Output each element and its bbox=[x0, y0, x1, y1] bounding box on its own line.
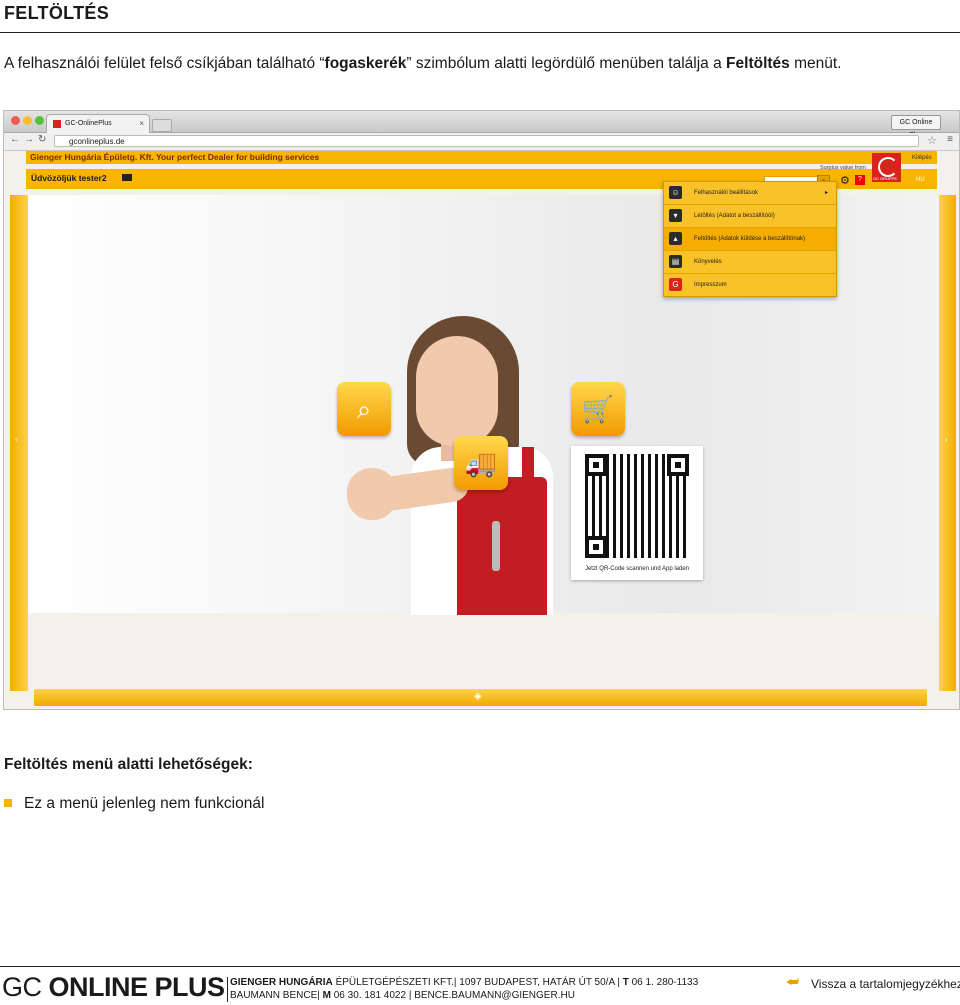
submenu-arrow-icon: ▸ bbox=[824, 190, 828, 196]
footer-brand: GC ONLINE PLUS bbox=[2, 972, 225, 1003]
wrench-icon bbox=[492, 521, 500, 571]
intro-bold-upload: Feltöltés bbox=[726, 55, 790, 72]
intro-part2: ” szimbólum alatti legördülő menüben tal… bbox=[406, 55, 727, 72]
brand-light: GC bbox=[2, 972, 49, 1002]
upload-icon: ▴ bbox=[669, 232, 682, 245]
qr-finder bbox=[585, 536, 607, 558]
footer-mobile-label: M bbox=[322, 990, 331, 1001]
minimize-window-icon[interactable] bbox=[23, 116, 32, 125]
bullet-icon bbox=[4, 799, 12, 807]
banner-text: Gienger Hungária Épületg. Kft. Your perf… bbox=[30, 152, 320, 162]
mail-icon[interactable] bbox=[122, 174, 132, 181]
footer-divider bbox=[227, 977, 228, 1002]
intro-text: A felhasználói felület felső csíkjában t… bbox=[4, 55, 841, 73]
woman-face bbox=[416, 336, 498, 446]
gear-dropdown-menu: ☺ Felhasználói beállítások ▸ ▾ Letöltés … bbox=[663, 181, 837, 297]
browser-menu-icon[interactable]: ≡ bbox=[947, 134, 953, 145]
intro-part1: A felhasználói felület felső csíkjában t… bbox=[4, 55, 325, 72]
menu-item-label: Letöltés (Adatot a beszállítóól) bbox=[694, 213, 775, 219]
bookmark-star-icon[interactable]: ☆ bbox=[927, 134, 937, 147]
section-heading: Feltöltés menü alatti lehetőségek: bbox=[4, 756, 253, 773]
menu-item-label: Könyvelés bbox=[694, 259, 722, 265]
title-rule bbox=[0, 32, 960, 33]
footer-phone: 06 1. 280-1133 bbox=[628, 977, 699, 988]
menu-item-label: Feltöltés (Adatok küldése a beszállítóna… bbox=[694, 236, 806, 242]
woman-apron bbox=[457, 477, 547, 615]
footer-address: GIENGER HUNGÁRIA ÉPÜLETGÉPÉSZETI KFT.| 1… bbox=[230, 977, 698, 988]
welcome-text: Üdvözöljük tester2 bbox=[31, 173, 107, 183]
footer-contact-details: 06 30. 181 4022 | BENCE.BAUMANN@GIENGER.… bbox=[330, 990, 575, 1001]
user-settings-icon: ☺ bbox=[669, 186, 682, 199]
menu-item-upload[interactable]: ▴ Feltöltés (Adatok küldése a beszállító… bbox=[664, 228, 836, 251]
profile-button[interactable]: GC Online Plus bbox=[891, 115, 941, 139]
url-field[interactable]: gconlineplus.de bbox=[54, 135, 919, 147]
menu-item-label: Felhasználói beállítások bbox=[694, 190, 759, 196]
back-arrow-icon: ⮨ bbox=[786, 973, 800, 989]
tab-close-icon[interactable]: × bbox=[139, 115, 144, 133]
footer-contact: BAUMANN BENCE| M 06 30. 181 4022 | BENCE… bbox=[230, 990, 575, 1001]
bullet-text: Ez a menü jelenleg nem funkcionál bbox=[24, 795, 265, 812]
logo-text: GC GRUPPE bbox=[873, 176, 898, 181]
footer-contact-name: BAUMANN BENCE| bbox=[230, 990, 323, 1001]
language-label[interactable]: HU bbox=[916, 177, 925, 183]
qr-caption: Jetzt QR-Code scannen und App laden bbox=[584, 566, 690, 572]
brand-bold: ONLINE PLUS bbox=[48, 972, 226, 1002]
footer-logo-icon: ◈ bbox=[474, 691, 482, 702]
reload-icon[interactable]: ↻ bbox=[38, 134, 46, 145]
magnifier-icon: ⌕ bbox=[356, 394, 372, 424]
menu-item-imprint[interactable]: G Impresszum bbox=[664, 274, 836, 296]
address-bar: ← → ↻ gconlineplus.de ☆ ≡ bbox=[4, 133, 959, 151]
delivery-tile[interactable]: 🚚 bbox=[454, 436, 508, 490]
tab-title: GC-OnlinePlus bbox=[65, 120, 112, 127]
back-arrow-icon[interactable]: ← bbox=[10, 134, 20, 145]
app-banner: Gienger Hungária Épületg. Kft. Your perf… bbox=[26, 151, 937, 164]
download-icon: ▾ bbox=[669, 209, 682, 222]
footer-rule bbox=[0, 966, 960, 967]
new-tab-button[interactable] bbox=[152, 119, 172, 132]
page-title: FELTÖLTÉS bbox=[4, 3, 110, 23]
maximize-window-icon[interactable] bbox=[35, 116, 44, 125]
browser-tab-bar: GC-OnlinePlus × GC Online Plus bbox=[4, 111, 959, 139]
surplus-text: Surplus value from bbox=[820, 165, 866, 171]
menu-item-download[interactable]: ▾ Letöltés (Adatot a beszállítóól) bbox=[664, 205, 836, 228]
footer-address-text: ÉPÜLETGÉPÉSZETI KFT.| 1097 BUDAPEST, HAT… bbox=[332, 977, 623, 988]
favicon-icon bbox=[53, 120, 61, 128]
truck-icon: 🚚 bbox=[464, 448, 498, 478]
cart-tile[interactable]: 🛒 bbox=[571, 382, 625, 436]
gear-icon[interactable]: ⚙ bbox=[840, 174, 850, 187]
woman-hand bbox=[347, 468, 397, 520]
back-link-label: Vissza a tartalomjegyzékhez bbox=[811, 977, 960, 991]
app-bottom-bar: ◈ bbox=[34, 689, 927, 706]
right-arrow-icon[interactable]: › bbox=[945, 435, 948, 444]
search-tile[interactable]: ⌕ bbox=[337, 382, 391, 436]
footer-company: GIENGER HUNGÁRIA bbox=[230, 977, 333, 988]
logout-link[interactable]: Kilépés bbox=[912, 155, 932, 161]
app-screenshot: GC-OnlinePlus × GC Online Plus ← → ↻ gco… bbox=[3, 110, 960, 710]
menu-item-user-settings[interactable]: ☺ Felhasználói beállítások ▸ bbox=[664, 182, 836, 205]
qr-finder bbox=[585, 454, 607, 476]
help-icon[interactable]: ? bbox=[855, 175, 865, 185]
shopping-cart-icon: 🛒 bbox=[581, 394, 615, 424]
gc-gruppe-logo: GC GRUPPE bbox=[872, 153, 901, 182]
imprint-icon: G bbox=[669, 278, 682, 291]
left-side-panel[interactable]: ‹ bbox=[10, 195, 28, 691]
intro-part3: menüt. bbox=[789, 55, 842, 72]
menu-item-label: Impresszum bbox=[694, 282, 727, 288]
right-side-panel[interactable]: › bbox=[939, 195, 956, 691]
browser-tab[interactable]: GC-OnlinePlus × bbox=[46, 114, 150, 133]
accounting-icon: ▤ bbox=[669, 255, 682, 268]
intro-bold-gear: fogaskerék bbox=[324, 55, 407, 72]
close-window-icon[interactable] bbox=[11, 116, 20, 125]
qr-finder bbox=[667, 454, 689, 476]
qr-code-card: Jetzt QR-Code scannen und App laden bbox=[571, 446, 703, 580]
forward-arrow-icon[interactable]: → bbox=[24, 134, 34, 145]
menu-item-accounting[interactable]: ▤ Könyvelés bbox=[664, 251, 836, 274]
left-arrow-icon[interactable]: ‹ bbox=[15, 435, 18, 444]
